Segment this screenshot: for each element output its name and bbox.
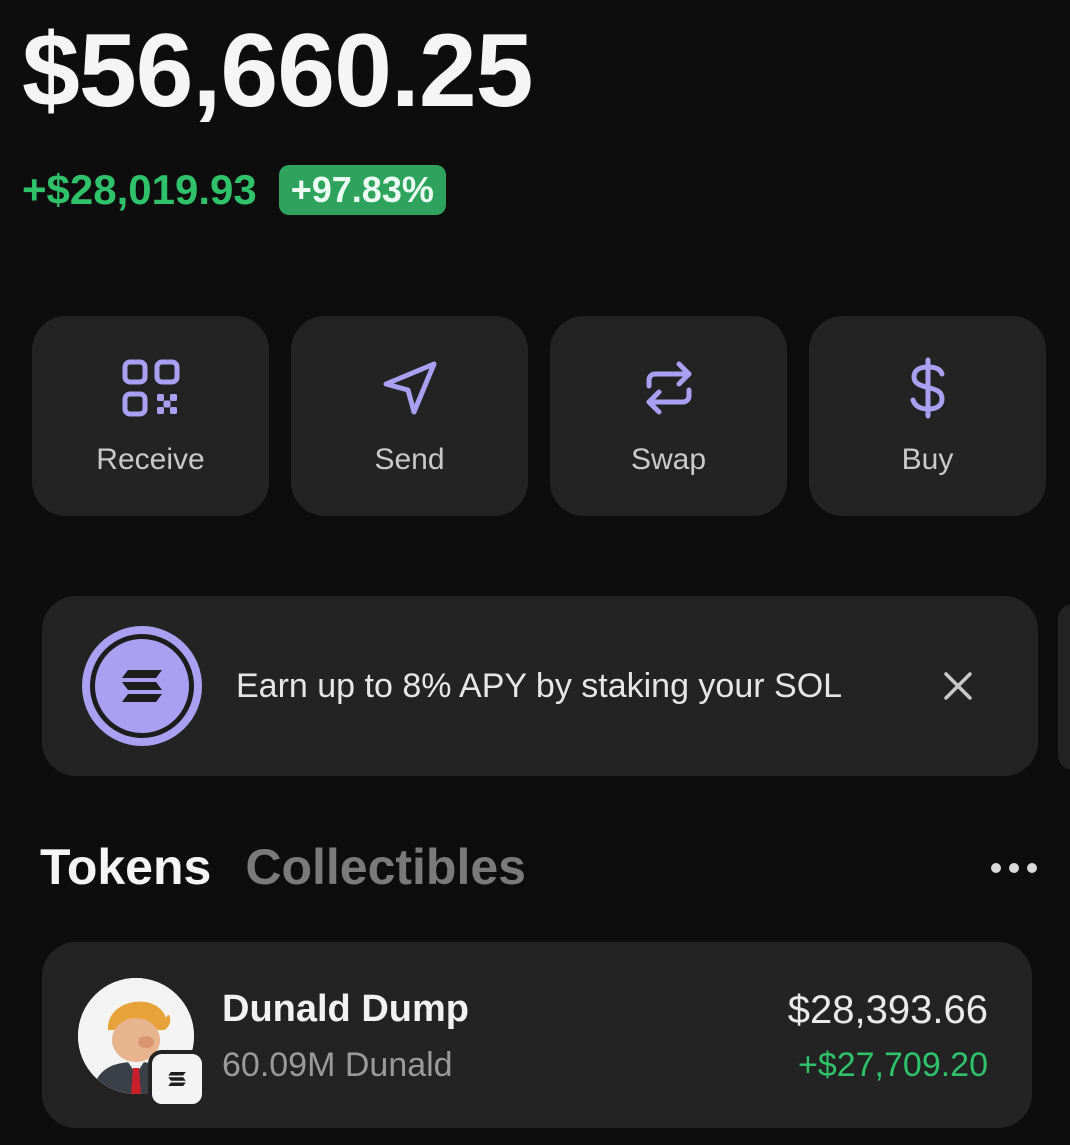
qr-code-icon bbox=[119, 356, 183, 425]
token-amount: 60.09M Dunald bbox=[222, 1046, 453, 1084]
send-label: Send bbox=[374, 442, 445, 476]
swap-label: Swap bbox=[630, 442, 707, 476]
token-value: $28,393.66 bbox=[787, 988, 988, 1032]
token-row[interactable]: Dunald Dump 60.09M Dunald $28,393.66 +$2… bbox=[42, 942, 1032, 1128]
tab-tokens[interactable]: Tokens bbox=[40, 838, 211, 896]
send-icon bbox=[378, 356, 442, 425]
asset-tabs: Tokens Collectibles bbox=[40, 838, 526, 896]
action-buttons: Receive Send Swap Buy bbox=[32, 316, 1046, 516]
dollar-icon bbox=[896, 356, 960, 425]
solana-icon bbox=[82, 626, 202, 746]
total-balance: $56,660.25 bbox=[22, 13, 534, 129]
buy-button[interactable]: Buy bbox=[809, 316, 1046, 516]
staking-banner-text: Earn up to 8% APY by staking your SOL bbox=[236, 666, 843, 705]
buy-label: Buy bbox=[901, 442, 954, 476]
balance-change-amount: +$28,019.93 bbox=[22, 166, 257, 213]
tab-collectibles[interactable]: Collectibles bbox=[245, 838, 526, 896]
token-change: +$27,709.20 bbox=[797, 1046, 988, 1084]
receive-label: Receive bbox=[96, 442, 205, 476]
next-banner-peek[interactable] bbox=[1058, 604, 1070, 770]
token-name: Dunald Dump bbox=[222, 988, 469, 1030]
balance-change-percent-badge: +97.83% bbox=[278, 165, 446, 215]
swap-button[interactable]: Swap bbox=[550, 316, 787, 516]
solana-chain-icon bbox=[148, 1050, 206, 1108]
close-icon[interactable] bbox=[938, 666, 978, 706]
staking-banner[interactable]: Earn up to 8% APY by staking your SOL bbox=[42, 596, 1038, 776]
send-button[interactable]: Send bbox=[291, 316, 528, 516]
swap-icon bbox=[637, 356, 701, 425]
receive-button[interactable]: Receive bbox=[32, 316, 269, 516]
more-options-icon[interactable] bbox=[990, 858, 1038, 878]
balance-change-row: +$28,019.93 +97.83% bbox=[22, 165, 446, 215]
